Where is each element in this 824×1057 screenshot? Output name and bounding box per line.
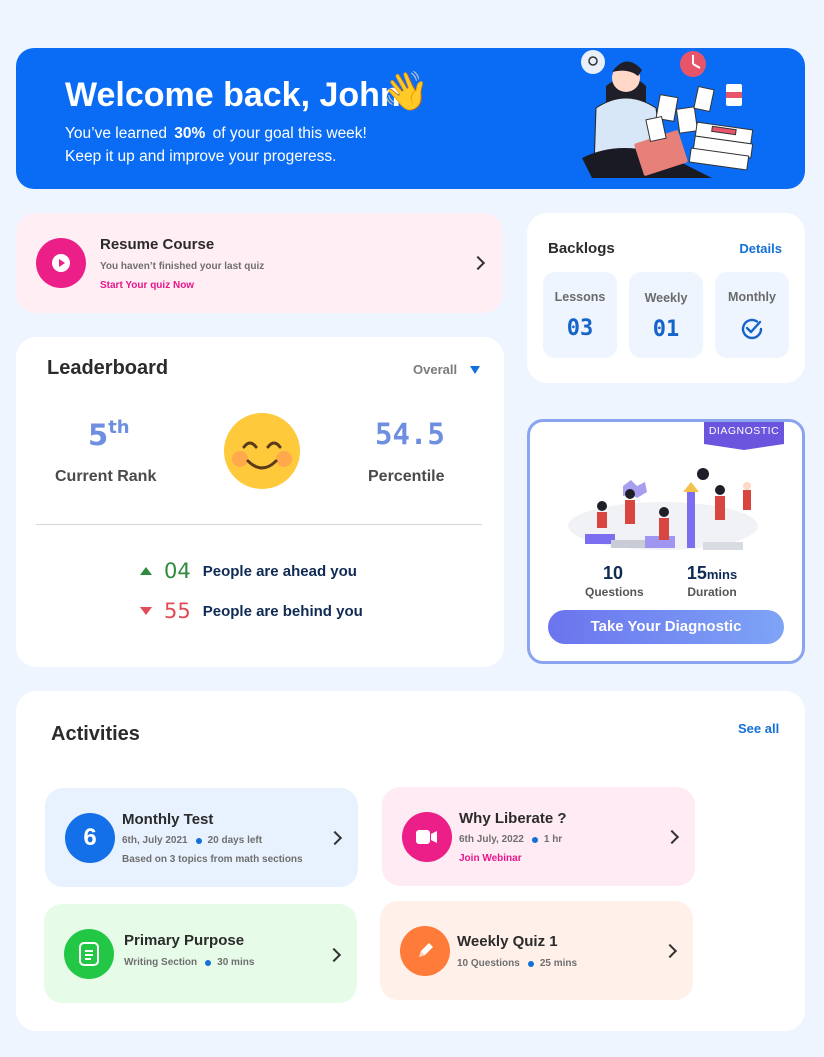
activity-why-liberate[interactable]: Why Liberate ? 6th July, 2022 1 hr Join W… [382, 787, 695, 886]
activity-meta: 6th July, 2022 1 hr [459, 834, 563, 845]
smiling-face-icon [224, 413, 300, 489]
backlogs-details-link[interactable]: Details [739, 241, 782, 256]
backlog-label: Lessons [554, 290, 606, 304]
backlogs-card: Backlogs Details Lessons 03 Weekly 01 Mo… [527, 213, 805, 383]
resume-course-subtitle: You haven’t finished your last quiz [100, 261, 265, 272]
duration-stat: 15mins Duration [680, 563, 744, 599]
chevron-right-icon [470, 255, 486, 271]
backlog-value: 03 [566, 316, 594, 341]
pencil-icon [400, 926, 450, 976]
divider [36, 524, 482, 525]
questions-count: 10 [602, 563, 624, 583]
backlog-weekly[interactable]: Weekly 01 [629, 272, 703, 358]
questions-label: Questions [585, 585, 644, 599]
welcome-banner: Welcome back, John 👋 You’ve learned 30% … [16, 48, 805, 189]
activity-meta: 10 Questions 25 mins [457, 958, 578, 969]
encouragement-text: Keep it up and improve your progeress. [65, 148, 337, 165]
chevron-right-icon [662, 943, 678, 959]
chevron-right-icon [664, 829, 680, 845]
waving-hand-icon: 👋 [382, 71, 430, 113]
backlogs-title: Backlogs [548, 240, 615, 257]
current-rank-label: Current Rank [55, 468, 157, 485]
video-icon [402, 812, 452, 862]
backlog-monthly[interactable]: Monthly [715, 272, 789, 358]
chevron-right-icon [327, 830, 343, 846]
leaderboard-title: Leaderboard [47, 357, 169, 379]
behind-count: 55 [164, 599, 191, 623]
duration-value: 15mins [686, 563, 738, 583]
resume-course-card[interactable]: Resume Course You haven’t finished your … [16, 213, 503, 313]
activity-title: Primary Purpose [124, 932, 245, 949]
progress-text: You’ve learned 30% of your goal this wee… [65, 125, 367, 142]
diagnostic-card: DIAGNOSTIC 10 Questions 15mins Duration … [527, 419, 805, 664]
resume-course-title: Resume Course [100, 236, 215, 253]
duration-label: Duration [687, 585, 737, 599]
ahead-count: 04 [164, 559, 191, 583]
activities-card: Activities See all 6 Monthly Test 6th, J… [16, 691, 805, 1031]
activity-primary-purpose[interactable]: Primary Purpose Writing Section 30 mins [44, 904, 357, 1003]
behind-row: 55 People are behind you [140, 599, 363, 623]
current-rank-value: 5th [88, 417, 130, 452]
check-circle-icon [741, 318, 763, 340]
percentile-value: 54.5 [375, 417, 445, 451]
chevron-right-icon [326, 947, 342, 963]
activity-meta: 6th, July 2021 20 days left [122, 835, 263, 846]
percentile-label: Percentile [368, 468, 445, 485]
ahead-row: 04 People are ahead you [140, 559, 357, 583]
activity-meta: Writing Section 30 mins [124, 957, 255, 968]
activity-monthly-test[interactable]: 6 Monthly Test 6th, July 2021 20 days lef… [45, 788, 358, 887]
team-puzzle-illustration [568, 468, 758, 550]
take-diagnostic-button[interactable]: Take Your Diagnostic [548, 610, 784, 644]
arrow-down-icon [140, 607, 152, 615]
document-icon [64, 929, 114, 979]
activity-title: Why Liberate ? [459, 810, 567, 827]
dropdown-caret-icon[interactable] [470, 366, 480, 374]
join-webinar-link[interactable]: Join Webinar [459, 853, 522, 864]
activity-title: Monthly Test [122, 811, 214, 828]
number-badge-icon: 6 [65, 813, 115, 863]
see-all-link[interactable]: See all [738, 721, 779, 736]
backlog-value: 01 [652, 317, 680, 342]
backlog-label: Weekly [644, 291, 688, 305]
questions-stat: 10 Questions [585, 563, 644, 599]
activity-title: Weekly Quiz 1 [457, 933, 558, 950]
leaderboard-filter-select[interactable]: Overall [413, 362, 457, 377]
student-laptop-illustration [581, 50, 754, 178]
leaderboard-card: Leaderboard Overall 5th Current Rank 54.… [16, 337, 504, 667]
welcome-title: Welcome back, John [65, 76, 401, 114]
activities-title: Activities [51, 723, 140, 745]
activity-description: Based on 3 topics from math sections [122, 854, 303, 865]
behind-text: People are behind you [202, 602, 363, 620]
arrow-up-icon [140, 567, 152, 575]
activity-weekly-quiz[interactable]: Weekly Quiz 1 10 Questions 25 mins [380, 901, 693, 1000]
backlog-label: Monthly [728, 290, 776, 304]
play-icon [36, 238, 86, 288]
start-quiz-link[interactable]: Start Your quiz Now [100, 280, 194, 291]
backlog-lessons[interactable]: Lessons 03 [543, 272, 617, 358]
diagnostic-ribbon: DIAGNOSTIC [704, 422, 784, 450]
ahead-text: People are ahead you [202, 562, 357, 580]
